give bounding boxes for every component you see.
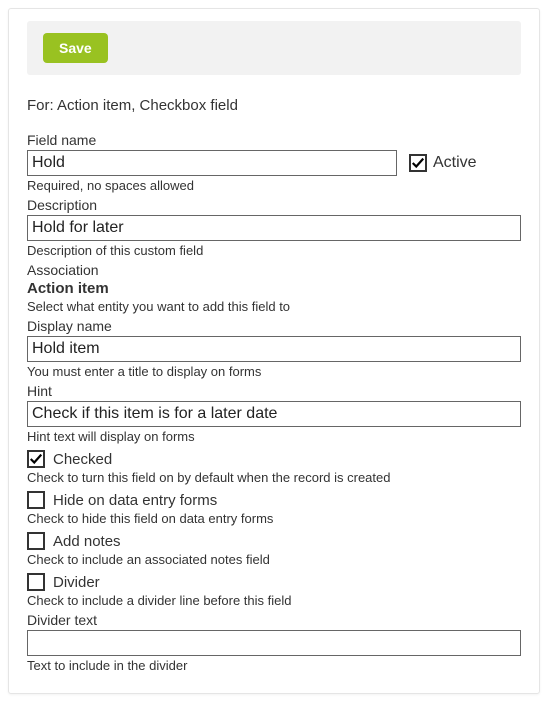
hide-on-forms-checkbox[interactable] [27, 491, 45, 509]
active-label: Active [433, 154, 477, 172]
hint-help: Hint text will display on forms [27, 429, 521, 444]
for-line: For: Action item, Checkbox field [27, 97, 521, 114]
display-name-label: Display name [27, 318, 521, 334]
association-value: Action item [27, 280, 521, 297]
save-button[interactable]: Save [43, 33, 108, 63]
add-notes-label: Add notes [53, 533, 121, 550]
association-help: Select what entity you want to add this … [27, 299, 521, 314]
active-checkbox[interactable] [409, 154, 427, 172]
field-name-help: Required, no spaces allowed [27, 178, 521, 193]
divider-text-input[interactable] [27, 630, 521, 656]
checked-label: Checked [53, 451, 112, 468]
check-icon [411, 156, 425, 170]
hide-on-forms-help: Check to hide this field on data entry f… [27, 511, 521, 526]
toolbar: Save [27, 21, 521, 75]
association-label: Association [27, 262, 521, 278]
divider-text-label: Divider text [27, 612, 521, 628]
checked-checkbox[interactable] [27, 450, 45, 468]
divider-help: Check to include a divider line before t… [27, 593, 521, 608]
checked-help: Check to turn this field on by default w… [27, 470, 521, 485]
check-icon [29, 452, 43, 466]
display-name-input[interactable] [27, 336, 521, 362]
field-name-label: Field name [27, 132, 521, 148]
add-notes-help: Check to include an associated notes fie… [27, 552, 521, 567]
divider-checkbox[interactable] [27, 573, 45, 591]
divider-label: Divider [53, 574, 100, 591]
hide-on-forms-label: Hide on data entry forms [53, 492, 217, 509]
field-name-input[interactable] [27, 150, 397, 176]
hint-input[interactable] [27, 401, 521, 427]
display-name-help: You must enter a title to display on for… [27, 364, 521, 379]
form-card: Save For: Action item, Checkbox field Fi… [8, 8, 540, 694]
divider-text-help: Text to include in the divider [27, 658, 521, 673]
hint-label: Hint [27, 383, 521, 399]
description-input[interactable] [27, 215, 521, 241]
description-help: Description of this custom field [27, 243, 521, 258]
description-label: Description [27, 197, 521, 213]
add-notes-checkbox[interactable] [27, 532, 45, 550]
